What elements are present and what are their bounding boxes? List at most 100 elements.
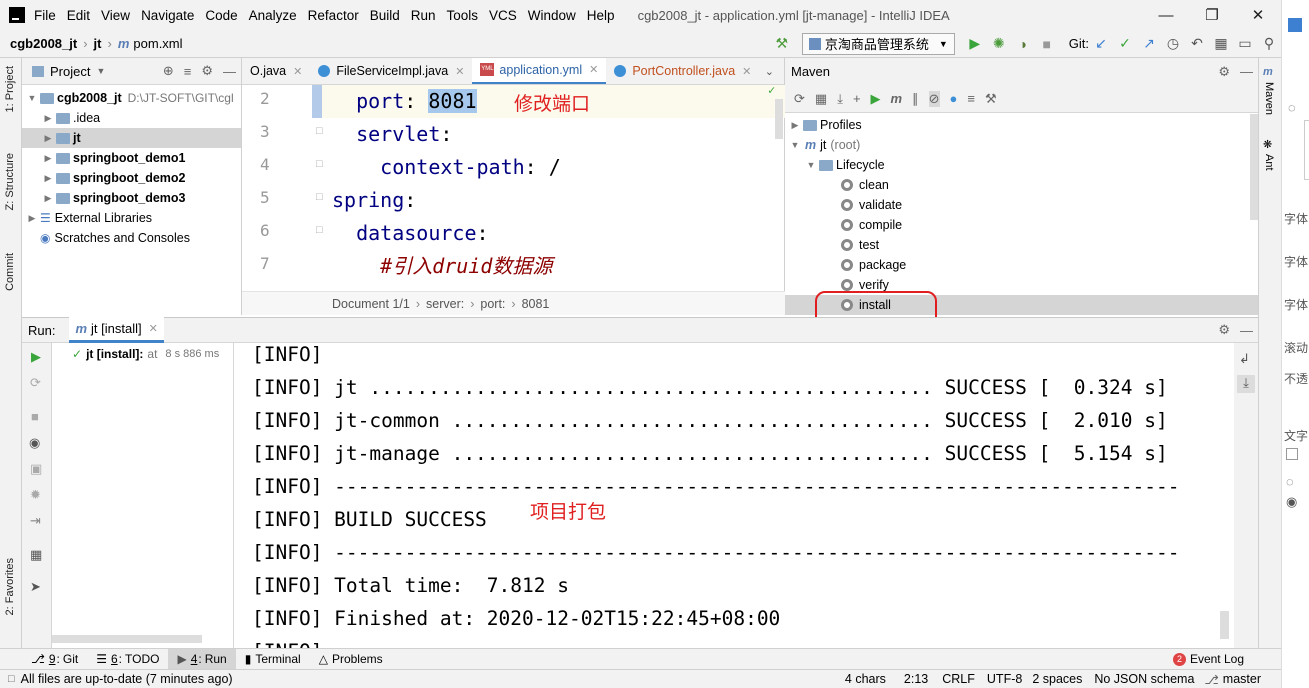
run-icon[interactable]: ▶: [963, 35, 987, 52]
close-icon[interactable]: ✕: [455, 65, 464, 78]
console-scrollbar[interactable]: [1220, 611, 1229, 639]
ant-tool-tab[interactable]: Ant: [1263, 154, 1275, 171]
maven-root-project[interactable]: ▼ m jt (root): [785, 135, 1258, 155]
menu-analyze[interactable]: Analyze: [249, 8, 297, 23]
camera-icon[interactable]: ▣: [30, 461, 42, 477]
status-json-schema[interactable]: No JSON schema: [1094, 672, 1194, 686]
chevron-right-icon[interactable]: ▶: [42, 113, 54, 124]
hide-icon[interactable]: —: [1240, 64, 1253, 79]
generate-sources-icon[interactable]: ▦: [815, 91, 827, 107]
restore-icon[interactable]: ❐: [1189, 6, 1235, 24]
event-log-button[interactable]: 2 Event Log: [1164, 649, 1253, 670]
inspection-ok-icon[interactable]: ✓: [768, 83, 775, 97]
tree-item-jt[interactable]: ▶ jt: [22, 128, 241, 148]
tabs-overflow-chevron-icon[interactable]: ⌄: [765, 65, 774, 78]
add-icon[interactable]: +: [853, 91, 861, 106]
search-icon[interactable]: ⚲: [1257, 35, 1281, 52]
status-layout-icon[interactable]: □: [8, 673, 15, 685]
breadcrumb-document[interactable]: Document 1/1: [332, 297, 410, 311]
close-icon[interactable]: ✕: [293, 65, 302, 78]
chevron-down-icon[interactable]: ▼: [96, 66, 105, 76]
minimize-icon[interactable]: —: [1143, 7, 1189, 24]
maven-phase-test[interactable]: test: [785, 235, 1258, 255]
status-position[interactable]: 2:13: [904, 672, 928, 686]
tree-item-springboot-demo2[interactable]: ▶ springboot_demo2: [22, 168, 241, 188]
run-tree-scrollbar[interactable]: [52, 635, 202, 643]
skip-tests-icon[interactable]: ⊘: [928, 90, 940, 107]
rerun-failed-icon[interactable]: ⟳: [30, 375, 41, 391]
project-view-selector[interactable]: Project: [50, 64, 90, 79]
editor-scrollbar[interactable]: [775, 99, 783, 139]
git-update-icon[interactable]: ↙: [1089, 35, 1113, 52]
tree-item-springboot-demo3[interactable]: ▶ springboot_demo3: [22, 188, 241, 208]
chevron-right-icon[interactable]: ▶: [42, 133, 54, 144]
tab-o-java[interactable]: O.java ✕: [242, 58, 310, 84]
locate-icon[interactable]: ⊕: [163, 63, 174, 79]
soft-wrap-icon[interactable]: ↲: [1239, 351, 1250, 367]
tree-item-root[interactable]: ▼ cgb2008_jt D:\JT-SOFT\GIT\cgl: [22, 88, 241, 108]
gear-icon[interactable]: ⚙: [1218, 322, 1230, 338]
gear-icon[interactable]: ⚙: [1218, 64, 1230, 80]
status-encoding[interactable]: UTF-8: [987, 672, 1022, 686]
tab-application-yml[interactable]: YML application.yml ✕: [472, 58, 607, 84]
run-tree-item[interactable]: ✓ jt [install]: at 8 s 886 ms: [52, 343, 233, 365]
presentation-icon[interactable]: ▭: [1233, 35, 1257, 52]
breadcrumb-module[interactable]: jt: [94, 36, 102, 51]
menu-run[interactable]: Run: [411, 8, 436, 23]
layout-icon[interactable]: ▦: [30, 547, 42, 563]
tree-item-scratches[interactable]: ◉ Scratches and Consoles: [22, 228, 241, 248]
menu-vcs[interactable]: VCS: [489, 8, 517, 23]
close-icon[interactable]: ✕: [589, 63, 598, 76]
download-icon[interactable]: ⤓: [837, 91, 843, 107]
tree-item-springboot-demo1[interactable]: ▶ springboot_demo1: [22, 148, 241, 168]
diagram-icon[interactable]: ●: [950, 91, 958, 106]
tool-tab-git[interactable]: ⎇ 9: Git: [22, 649, 87, 670]
hide-icon[interactable]: —: [223, 64, 236, 79]
menu-file[interactable]: File: [34, 8, 56, 23]
breadcrumb-project[interactable]: cgb2008_jt: [10, 36, 77, 51]
breadcrumb-port[interactable]: port:: [480, 297, 505, 311]
run-config-dropdown[interactable]: 京淘商品管理系统 ▼: [801, 32, 955, 55]
side-checkbox[interactable]: [1286, 448, 1298, 460]
menu-refactor[interactable]: Refactor: [308, 8, 359, 23]
maven-profiles[interactable]: ▶ Profiles: [785, 115, 1258, 135]
tab-portcontroller[interactable]: PortController.java ✕: [606, 58, 759, 84]
maven-tool-tab[interactable]: Maven: [1263, 82, 1275, 115]
maven-phase-compile[interactable]: compile: [785, 215, 1258, 235]
maven-phase-clean[interactable]: clean: [785, 175, 1258, 195]
console-output[interactable]: [INFO] [INFO] jt .......................…: [234, 343, 1234, 648]
coverage-icon[interactable]: ◑: [1011, 36, 1035, 52]
menu-window[interactable]: Window: [528, 8, 576, 23]
menu-help[interactable]: Help: [587, 8, 615, 23]
breadcrumb-value[interactable]: 8081: [522, 297, 550, 311]
chevron-right-icon[interactable]: ▶: [42, 193, 54, 204]
rollback-icon[interactable]: ↶: [1185, 35, 1209, 52]
gear-icon[interactable]: ⚙: [201, 63, 213, 79]
settings-icon[interactable]: ✹: [30, 487, 41, 503]
hide-icon[interactable]: —: [1240, 323, 1253, 338]
maven-phase-validate[interactable]: validate: [785, 195, 1258, 215]
status-indent[interactable]: 2 spaces: [1032, 672, 1082, 686]
close-icon[interactable]: ✕: [1235, 6, 1281, 24]
menu-edit[interactable]: Edit: [67, 8, 90, 23]
chevron-down-icon[interactable]: ▼: [789, 140, 801, 150]
pin-icon[interactable]: ➤: [30, 579, 41, 595]
eye-icon[interactable]: ◉: [29, 435, 40, 451]
breadcrumb-server[interactable]: server:: [426, 297, 464, 311]
tree-item-idea[interactable]: ▶ .idea: [22, 108, 241, 128]
close-icon[interactable]: ✕: [149, 322, 158, 335]
tool-tab-todo[interactable]: ☰ 6: TODO: [87, 649, 168, 670]
favorites-tool-tab[interactable]: 2: Favorites: [4, 558, 16, 615]
maven-phase-package[interactable]: package: [785, 255, 1258, 275]
import-icon[interactable]: ⇥: [30, 513, 41, 529]
execute-goal-icon[interactable]: m: [891, 91, 903, 106]
tree-item-external-libraries[interactable]: ▶ ☰ External Libraries: [22, 208, 241, 228]
git-push-icon[interactable]: ↗: [1137, 35, 1161, 52]
rerun-icon[interactable]: ▶: [31, 349, 41, 365]
stop-icon[interactable]: ■: [31, 409, 39, 424]
status-line-separator[interactable]: CRLF: [942, 672, 975, 686]
chevron-right-icon[interactable]: ▶: [42, 173, 54, 184]
breadcrumb-file[interactable]: pom.xml: [133, 36, 182, 51]
menu-navigate[interactable]: Navigate: [141, 8, 194, 23]
chevron-down-icon[interactable]: ▼: [805, 160, 817, 170]
